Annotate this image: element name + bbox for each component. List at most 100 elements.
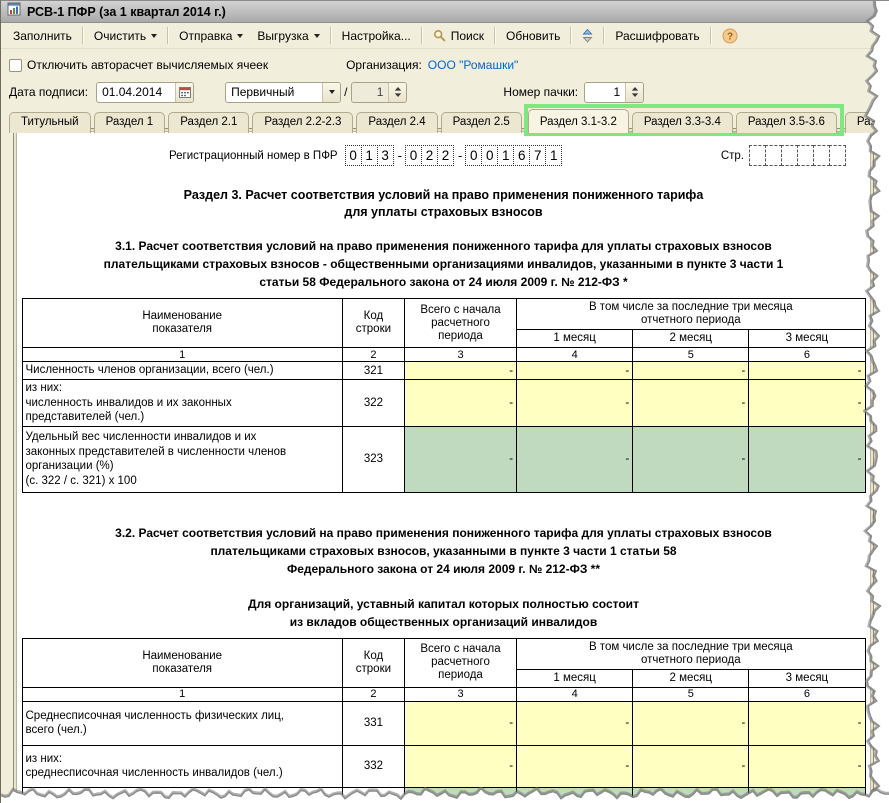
value-cell[interactable]: - [632,744,750,788]
page-box [781,145,798,166]
header-month: 2 месяц [632,329,750,348]
section-3-title: Раздел 3. Расчет соответствия условий на… [183,188,704,219]
tab-раздел-3.5-3.6[interactable]: Раздел 3.5-3.6 [735,112,837,133]
tab-раздел-3.3-3.4[interactable]: Раздел 3.3-3.4 [631,112,733,133]
organization-label: Организация: [346,58,422,72]
value-cell[interactable]: - [403,700,518,746]
organization-link[interactable]: ООО "Ромашки" [428,58,519,72]
autocalc-checkbox[interactable] [9,58,22,72]
indicator-name: Удельный вес инвалидов в среднесписочной… [21,786,343,799]
digit-box: 0 [481,145,499,166]
digit-group: 013 [344,145,394,166]
section-3-2-text: 3.2. Расчет соответствия условий на прав… [115,525,772,576]
sort-icon [582,28,593,43]
svg-text:?: ? [727,31,733,42]
value-cell[interactable]: - [516,361,634,380]
value-cell[interactable]: - [748,379,866,427]
tab-раздел-2.1[interactable]: Раздел 2.1 [168,112,250,133]
fill-button[interactable]: Заполнить [6,26,79,46]
value-cell[interactable]: - [748,744,866,788]
page-box [813,145,830,166]
tab-раздел-1[interactable]: Раздел 1 [93,112,166,133]
tab-титульный[interactable]: Титульный [9,112,91,133]
page-box [749,145,766,166]
value-cell[interactable]: - [403,379,518,427]
value-cell[interactable]: - [632,379,750,427]
column-number: 1 [21,347,343,362]
export-button-label: Выгрузка [257,28,309,43]
table-row: Численность членов организации, всего (ч… [21,361,866,380]
digit-box: 6 [513,145,531,166]
toolbar-separator [570,27,573,44]
settings-button-label: Настройка... [341,28,411,43]
tab-раздел-4[interactable]: Раздел 4 [844,112,889,133]
digit-group: 022 [404,145,454,166]
pfr-reg-number-label: Регистрационный номер в ПФР [169,149,338,162]
tab-highlight-annotation: Раздел 3.1-3.2 Раздел 3.3-3.4 Раздел 3.5-3… [523,104,844,136]
digit-box: 1 [497,145,515,166]
value-cell: - [403,425,518,493]
refresh-button[interactable]: Обновить [499,26,567,46]
column-number: 3 [403,686,518,702]
help-button[interactable]: ? [715,25,745,47]
clear-button[interactable]: Очистить [87,26,164,46]
value-cell[interactable]: - [748,361,866,380]
chevron-down-icon [328,90,335,94]
signature-date-field[interactable]: 01.04.2014 [96,81,195,103]
value-cell[interactable]: - [516,744,634,788]
export-button[interactable]: Выгрузка [250,26,326,46]
value-cell[interactable]: - [516,379,634,427]
column-number: 5 [632,686,750,702]
spinner-arrows-icon[interactable] [625,82,644,102]
batch-number-spinner[interactable]: 1 [584,81,645,103]
parameters-area: Отключить авторасчет вычисляемых ячеек О… [1,49,889,106]
digit-box: 1 [360,145,378,166]
header-name: Наименование показателя [21,637,343,688]
header-code: Код строки [341,298,405,348]
toolbar-separator [167,27,170,44]
revision-select[interactable]: Первичный [225,81,342,103]
digit-box: 0 [465,145,483,166]
toolbar-separator [603,27,606,44]
toolbar-separator [329,27,332,44]
header-month: 3 месяц [748,668,866,688]
settings-button[interactable]: Настройка... [335,26,418,46]
toolbar-separator [709,27,712,44]
header-months-group: В том числе за последние три месяца отче… [516,637,866,670]
digit-box: 7 [529,145,547,166]
table-1-container: Наименование показателя Код строки Всего с… [17,298,870,493]
tab-раздел-2.5[interactable]: Раздел 2.5 [440,112,522,133]
value-cell[interactable]: - [516,700,634,746]
group-separator: - [397,148,402,163]
spinner-arrows-icon [388,82,407,102]
digit-box: 2 [436,145,454,166]
indicator-name: из них: среднесписочная численность инва… [21,744,343,788]
tab-раздел-3.1-3.2[interactable]: Раздел 3.1-3.2 [527,109,629,133]
pfr-reg-number-field[interactable]: 013-022-001671 [344,145,563,166]
decrypt-button-label: Расшифровать [615,28,700,43]
value-cell[interactable]: - [403,361,518,380]
send-button[interactable]: Отправка [172,26,250,46]
value-cell[interactable]: - [632,361,750,380]
calendar-button[interactable] [175,82,194,102]
revision-dropdown-button[interactable] [322,82,341,102]
header-month: 1 месяц [516,329,634,348]
sort-button[interactable] [575,26,600,46]
value-cell[interactable]: - [632,700,750,746]
indicator-name: из них: численность инвалидов и их закон… [21,379,343,427]
tab-раздел-2.2-2.3[interactable]: Раздел 2.2-2.3 [252,112,354,133]
decrypt-button[interactable]: Расшифровать [608,26,706,46]
value-cell[interactable]: - [748,700,866,746]
header-name: Наименование показателя [21,298,343,348]
page-box [797,145,814,166]
form-sheet: Регистрационный номер в ПФР 013-022-0016… [16,131,871,800]
page-number-field[interactable] [749,145,846,166]
digit-box: 0 [344,145,362,166]
tab-раздел-2.4[interactable]: Раздел 2.4 [356,112,438,133]
window-titlebar: РСВ-1 ПФР (за 1 квартал 2014 г.) [1,1,889,23]
header-total: Всего с начала расчетного периода [403,298,518,348]
chevron-down-icon [151,33,158,38]
search-button[interactable]: Поиск [426,26,491,46]
value-cell[interactable]: - [403,744,518,788]
header-month: 3 месяц [748,329,866,348]
